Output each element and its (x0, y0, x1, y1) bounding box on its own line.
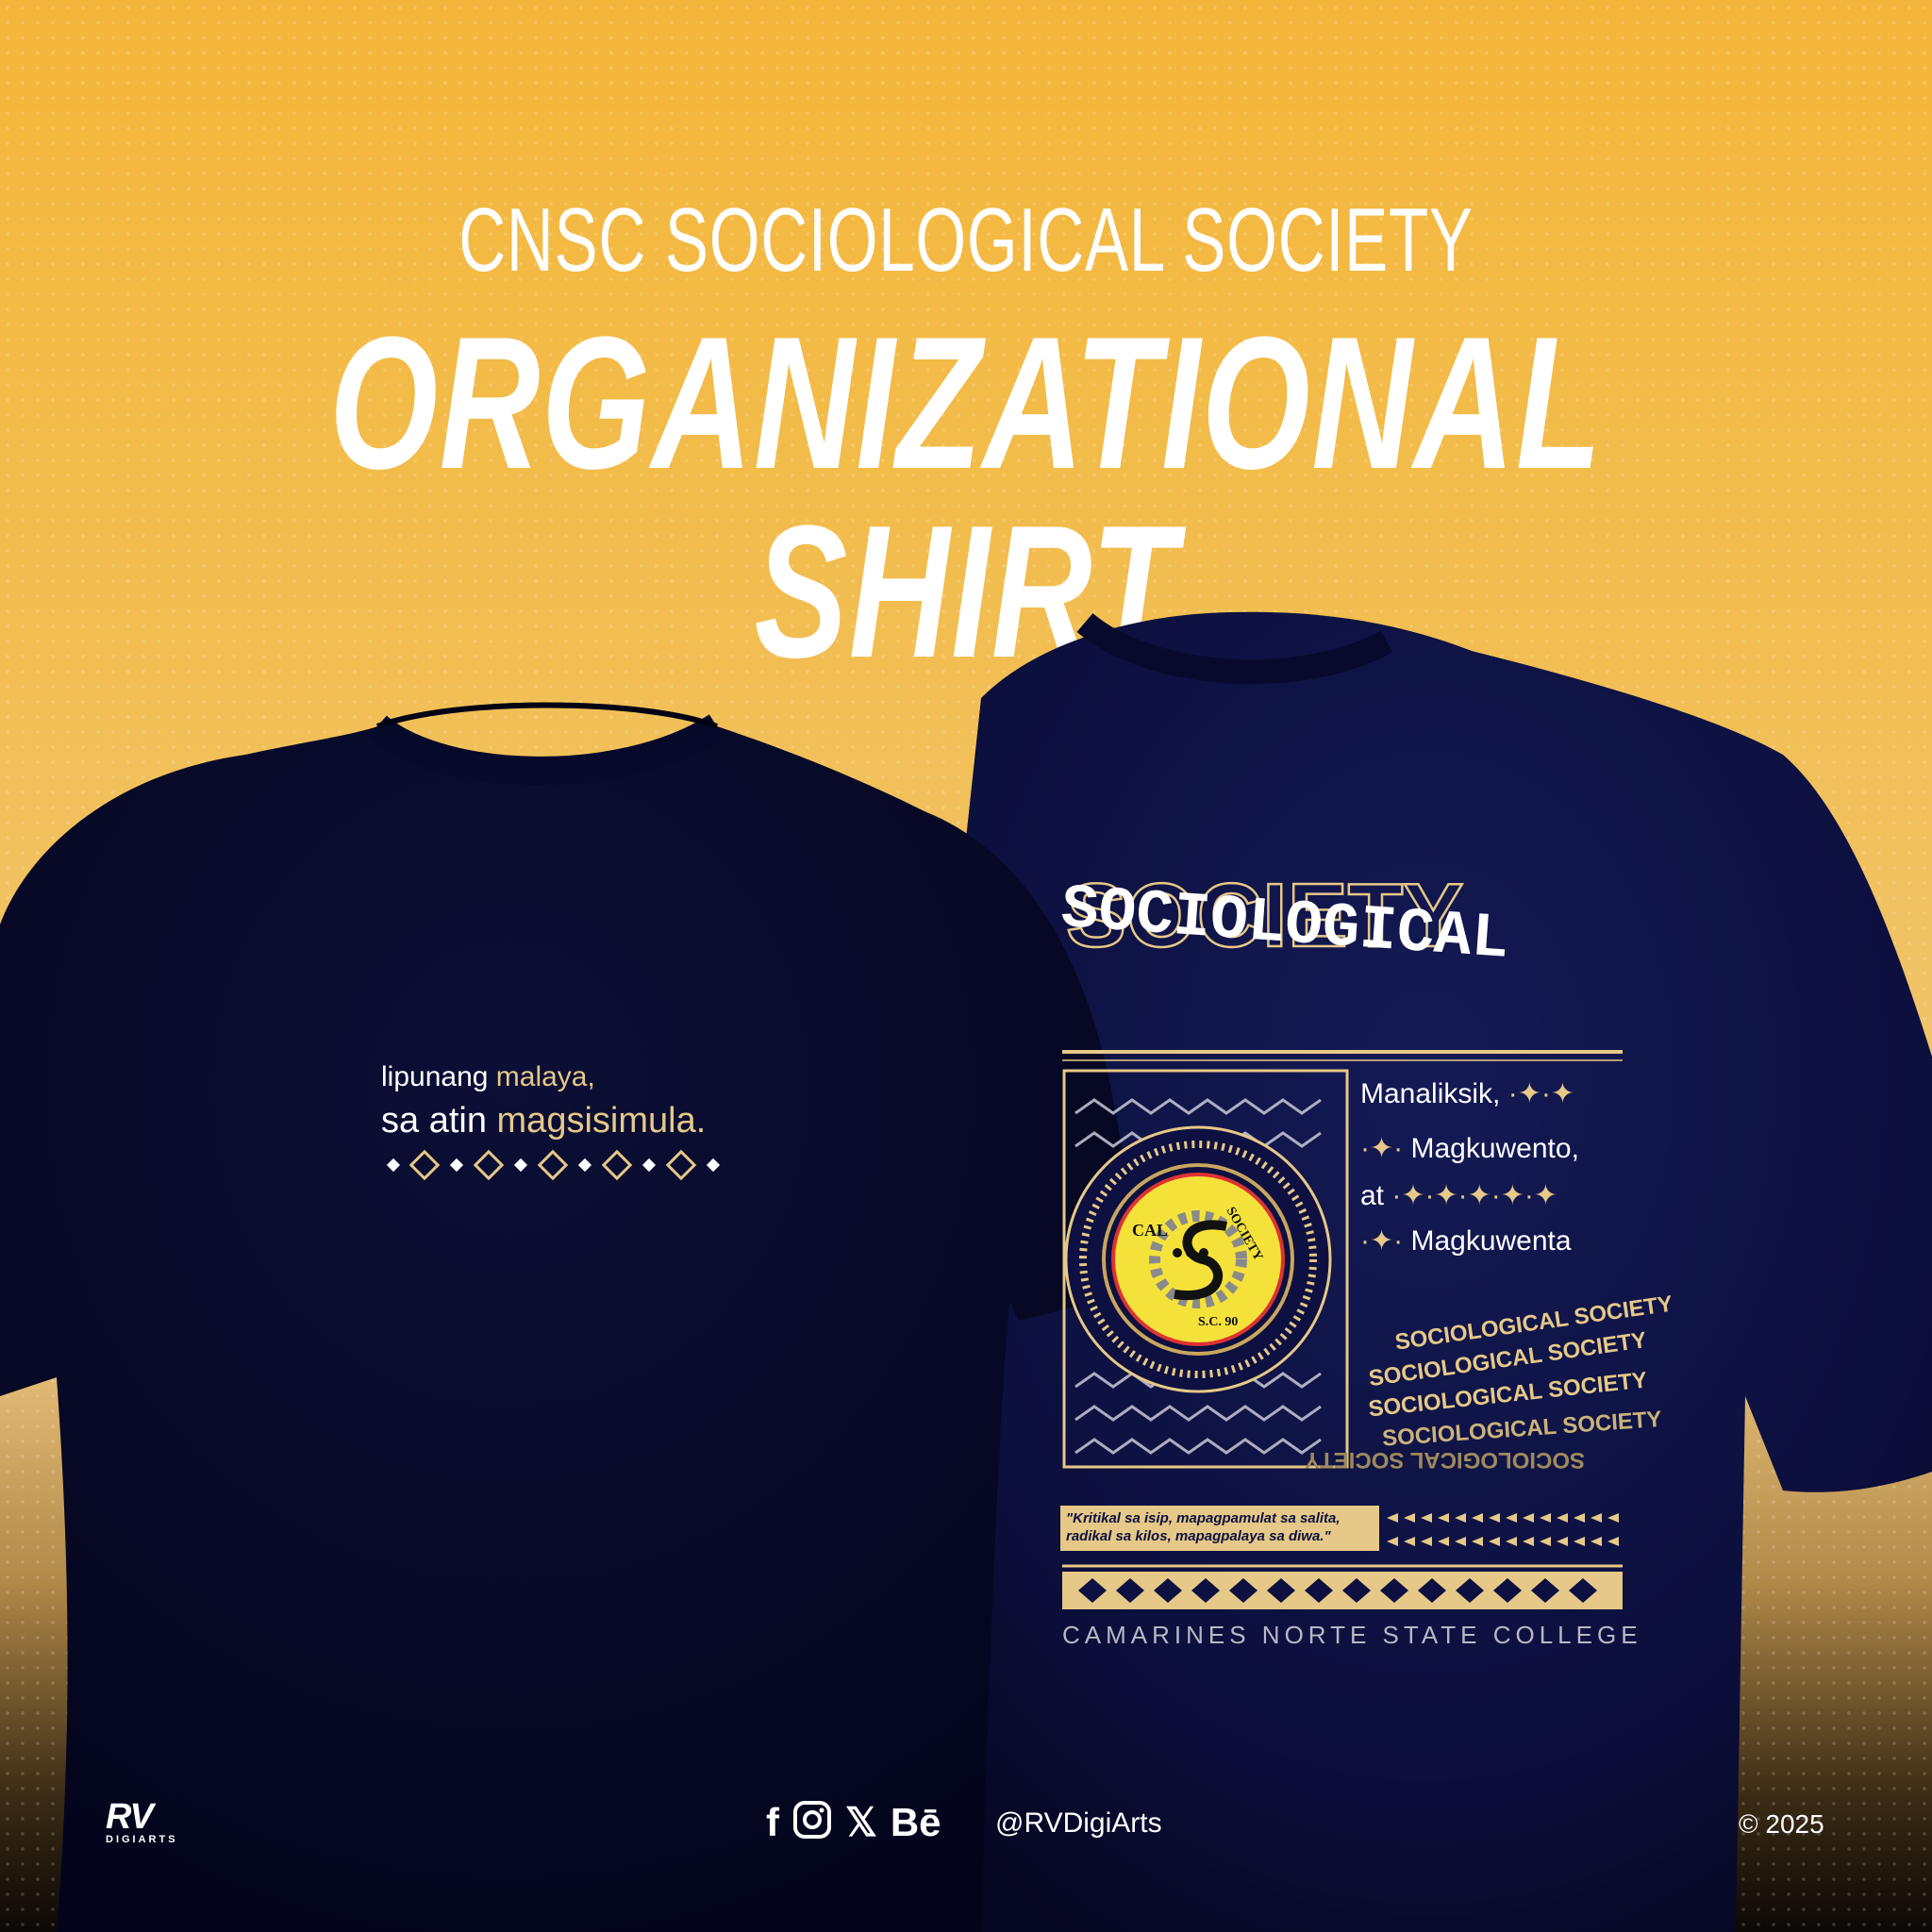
facebook-icon[interactable]: f (766, 1801, 779, 1843)
seal-text-bottom: S.C. 90 (1198, 1315, 1238, 1329)
sparkle-icon: ·✦· (1360, 1133, 1404, 1164)
college-name: CAMARINES NORTE STATE COLLEGE (1062, 1621, 1642, 1649)
front-line-2: sa atin magsisimula. (381, 1101, 707, 1141)
front-line-1: lipunang malaya, (381, 1061, 595, 1092)
motto-line-2: ·✦· Magkuwento, (1360, 1133, 1579, 1164)
svg-text:SOCIOLOGICAL SOCIETY: SOCIOLOGICAL SOCIETY (1305, 1447, 1585, 1473)
motto-line-1: Manaliksik, ·✦·✦ (1360, 1078, 1574, 1109)
motto-line-3: at ·✦·✦·✦·✦·✦ (1360, 1180, 1558, 1211)
social-handle[interactable]: @RVDigiArts (995, 1807, 1162, 1840)
seal-text-left: CAL (1132, 1221, 1168, 1240)
front-print-text: lipunang malaya, sa atin magsisimula. (381, 1061, 706, 1141)
shirts-illustration: SOCIETY SOCIOLOGICAL CAL SOCIETY S.C. 90 (0, 611, 1932, 1932)
diamond-band (1062, 1564, 1623, 1609)
copyright: © 2025 (1739, 1809, 1824, 1839)
sparkle-icon: ·✦·✦·✦·✦·✦ (1391, 1180, 1558, 1211)
x-icon[interactable]: 𝕏 (845, 1801, 877, 1843)
instagram-icon[interactable] (792, 1800, 832, 1844)
back-quote: "Kritikal sa isip, mapagpamulat sa salit… (1066, 1510, 1341, 1544)
sparkle-icon: ·✦·✦ (1507, 1078, 1574, 1109)
organization-seal: CAL SOCIETY S.C. 90 (1064, 1125, 1332, 1393)
brand-logo: RV DIGIARTS (106, 1797, 178, 1845)
front-shirt (0, 702, 1132, 1932)
social-icons: f 𝕏 Bē (766, 1800, 941, 1844)
behance-icon[interactable]: Bē (891, 1801, 941, 1843)
sparkle-icon: ·✦· (1360, 1225, 1404, 1257)
motto-line-4: ·✦· Magkuwenta (1360, 1225, 1572, 1257)
